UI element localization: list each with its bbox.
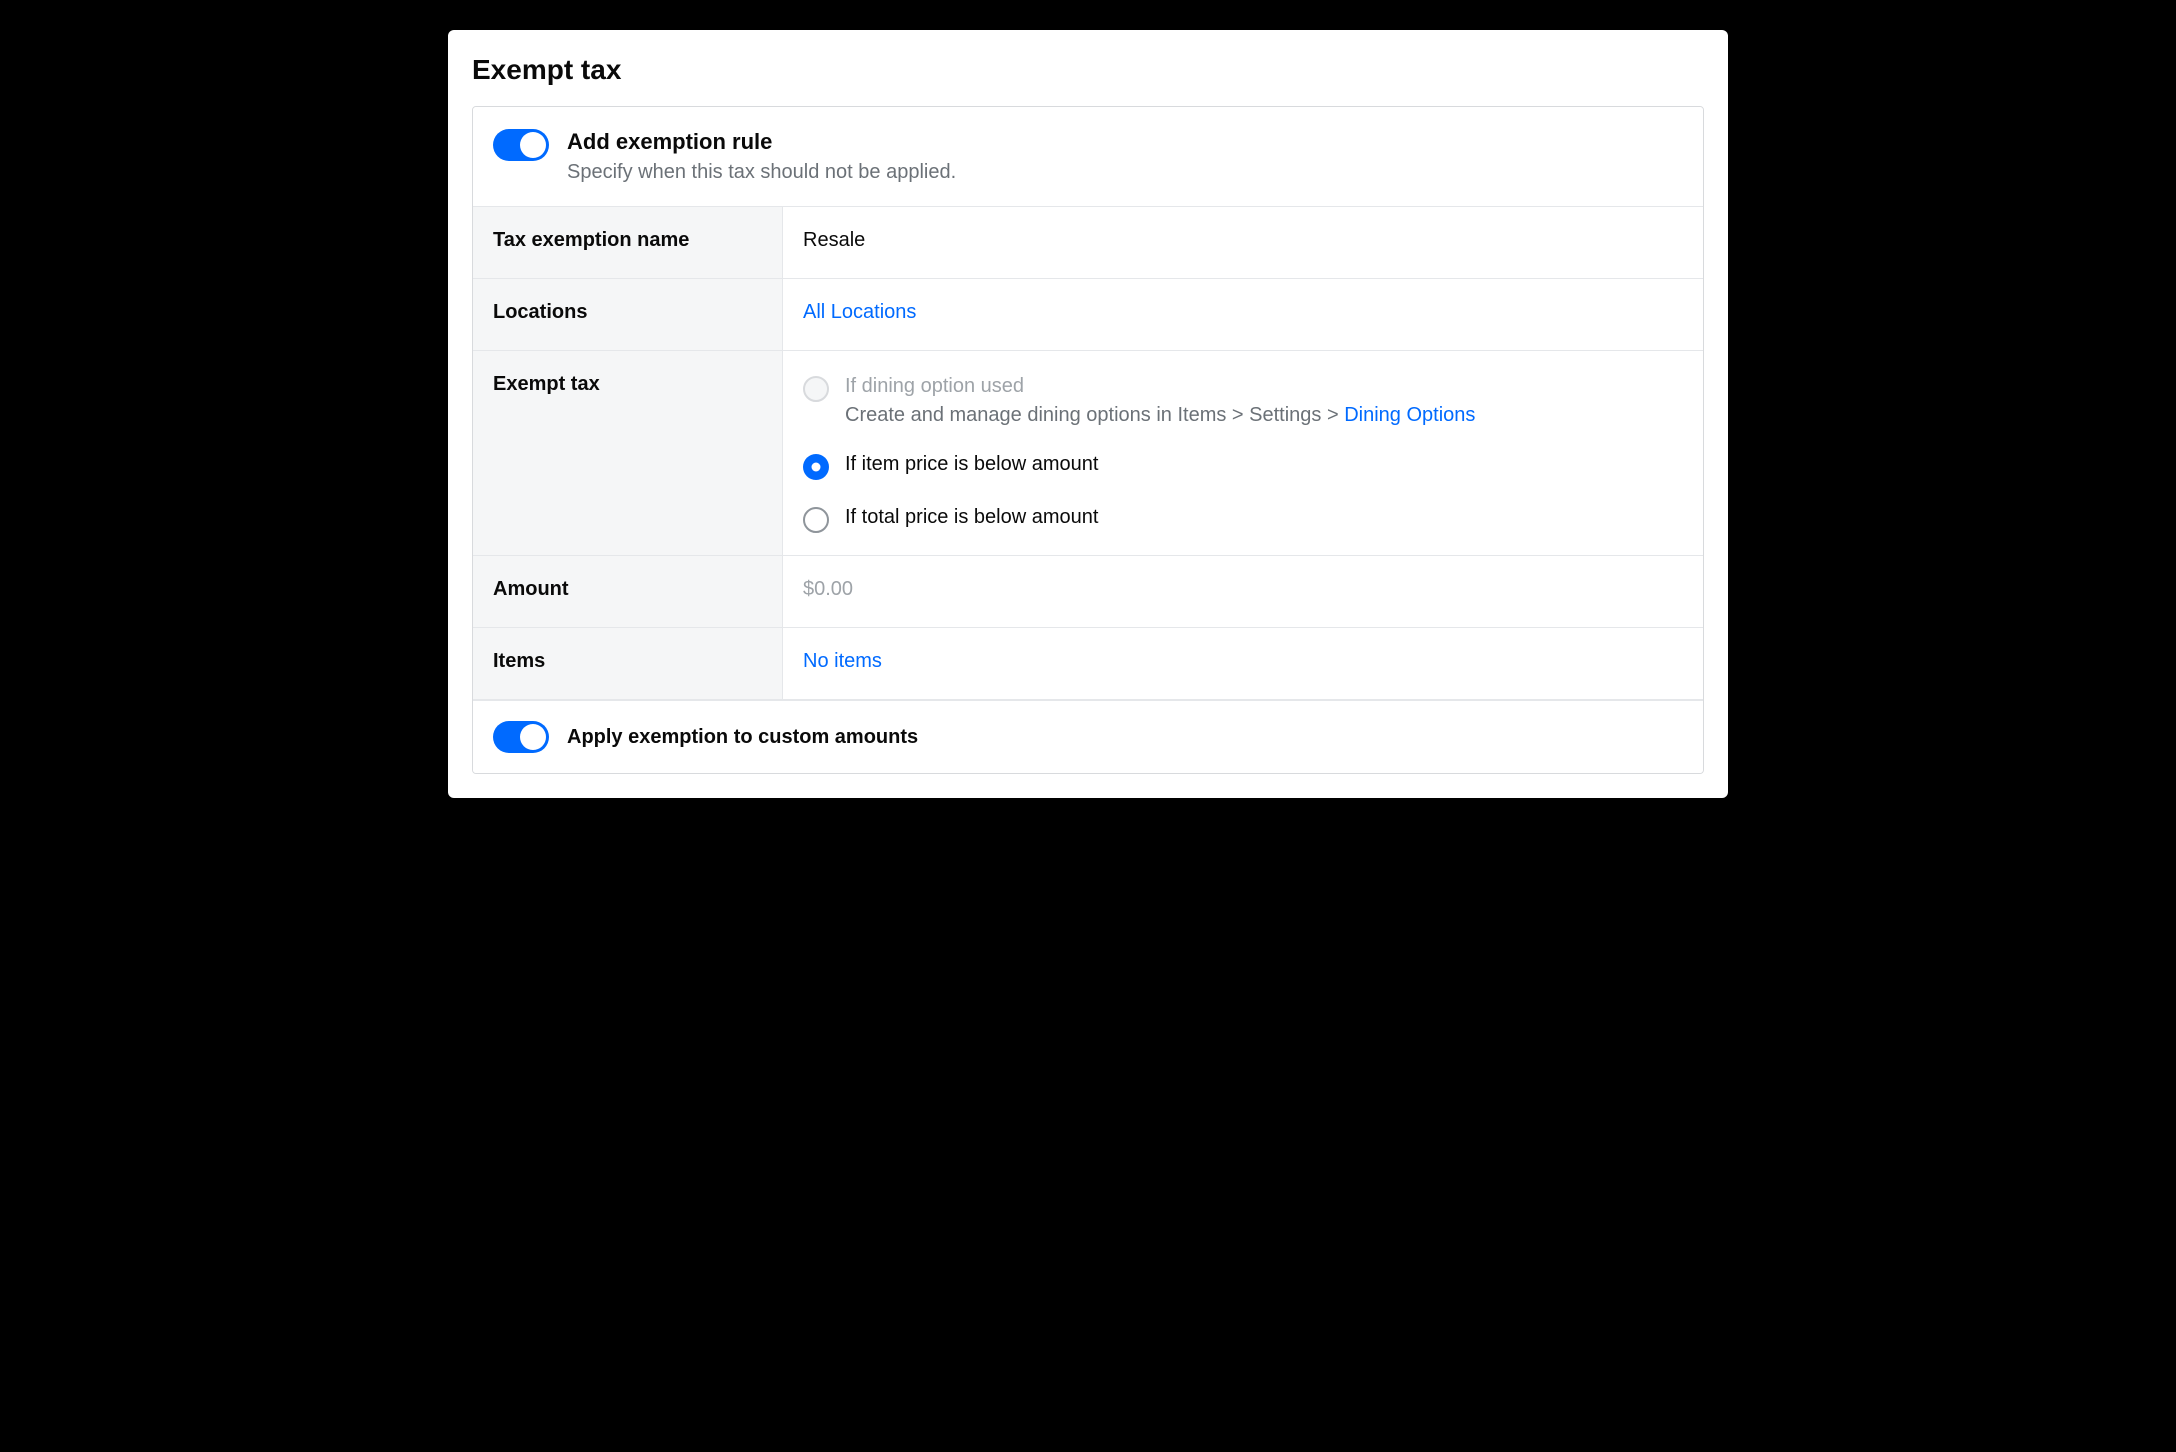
radio-item-total-below[interactable]: If total price is below amount <box>803 506 1683 533</box>
exempt-tax-radio-group: If dining option used Create and manage … <box>803 373 1683 533</box>
toggle-knob-icon <box>520 724 546 750</box>
row-exempt-tax: Exempt tax If dining option used Create … <box>473 351 1703 556</box>
add-exemption-title: Add exemption rule <box>567 129 956 155</box>
add-exemption-text: Add exemption rule Specify when this tax… <box>567 129 956 184</box>
row-exemption-name: Tax exemption name Resale <box>473 207 1703 279</box>
radio-dining <box>803 376 829 402</box>
label-locations: Locations <box>473 279 783 350</box>
exempt-tax-panel: Exempt tax Add exemption rule Specify wh… <box>448 30 1728 798</box>
add-exemption-header: Add exemption rule Specify when this tax… <box>473 107 1703 207</box>
footer-row: Apply exemption to custom amounts <box>473 700 1703 773</box>
dining-options-link[interactable]: Dining Options <box>1344 404 1475 426</box>
value-exempt-tax: If dining option used Create and manage … <box>783 351 1703 555</box>
radio-dining-help-text: Create and manage dining options in Item… <box>845 404 1344 426</box>
value-amount[interactable]: $0.00 <box>783 556 1703 627</box>
value-locations[interactable]: All Locations <box>783 279 1703 350</box>
radio-dining-help: Create and manage dining options in Item… <box>845 404 1475 427</box>
radio-total-below[interactable] <box>803 507 829 533</box>
apply-custom-label: Apply exemption to custom amounts <box>567 726 918 749</box>
radio-item-below-label: If item price is below amount <box>845 453 1098 476</box>
page-title: Exempt tax <box>472 54 1704 86</box>
label-items: Items <box>473 628 783 699</box>
row-amount: Amount $0.00 <box>473 556 1703 628</box>
label-exempt-tax: Exempt tax <box>473 351 783 555</box>
toggle-knob-icon <box>520 132 546 158</box>
exemption-name-text: Resale <box>803 229 1683 252</box>
items-link[interactable]: No items <box>803 650 1683 673</box>
value-items[interactable]: No items <box>783 628 1703 699</box>
value-exemption-name[interactable]: Resale <box>783 207 1703 278</box>
row-locations: Locations All Locations <box>473 279 1703 351</box>
amount-placeholder: $0.00 <box>803 578 1683 601</box>
radio-item-item-below[interactable]: If item price is below amount <box>803 453 1683 480</box>
label-amount: Amount <box>473 556 783 627</box>
apply-custom-toggle[interactable] <box>493 721 549 753</box>
radio-item-below[interactable] <box>803 454 829 480</box>
add-exemption-subtitle: Specify when this tax should not be appl… <box>567 161 956 184</box>
radio-item-dining: If dining option used Create and manage … <box>803 375 1683 427</box>
label-exemption-name: Tax exemption name <box>473 207 783 278</box>
radio-dining-label: If dining option used <box>845 375 1475 398</box>
locations-link[interactable]: All Locations <box>803 301 1683 324</box>
form-container: Add exemption rule Specify when this tax… <box>472 106 1704 774</box>
radio-dining-label-wrap: If dining option used Create and manage … <box>845 375 1475 427</box>
row-items: Items No items <box>473 628 1703 700</box>
add-exemption-toggle[interactable] <box>493 129 549 161</box>
radio-total-below-label: If total price is below amount <box>845 506 1098 529</box>
